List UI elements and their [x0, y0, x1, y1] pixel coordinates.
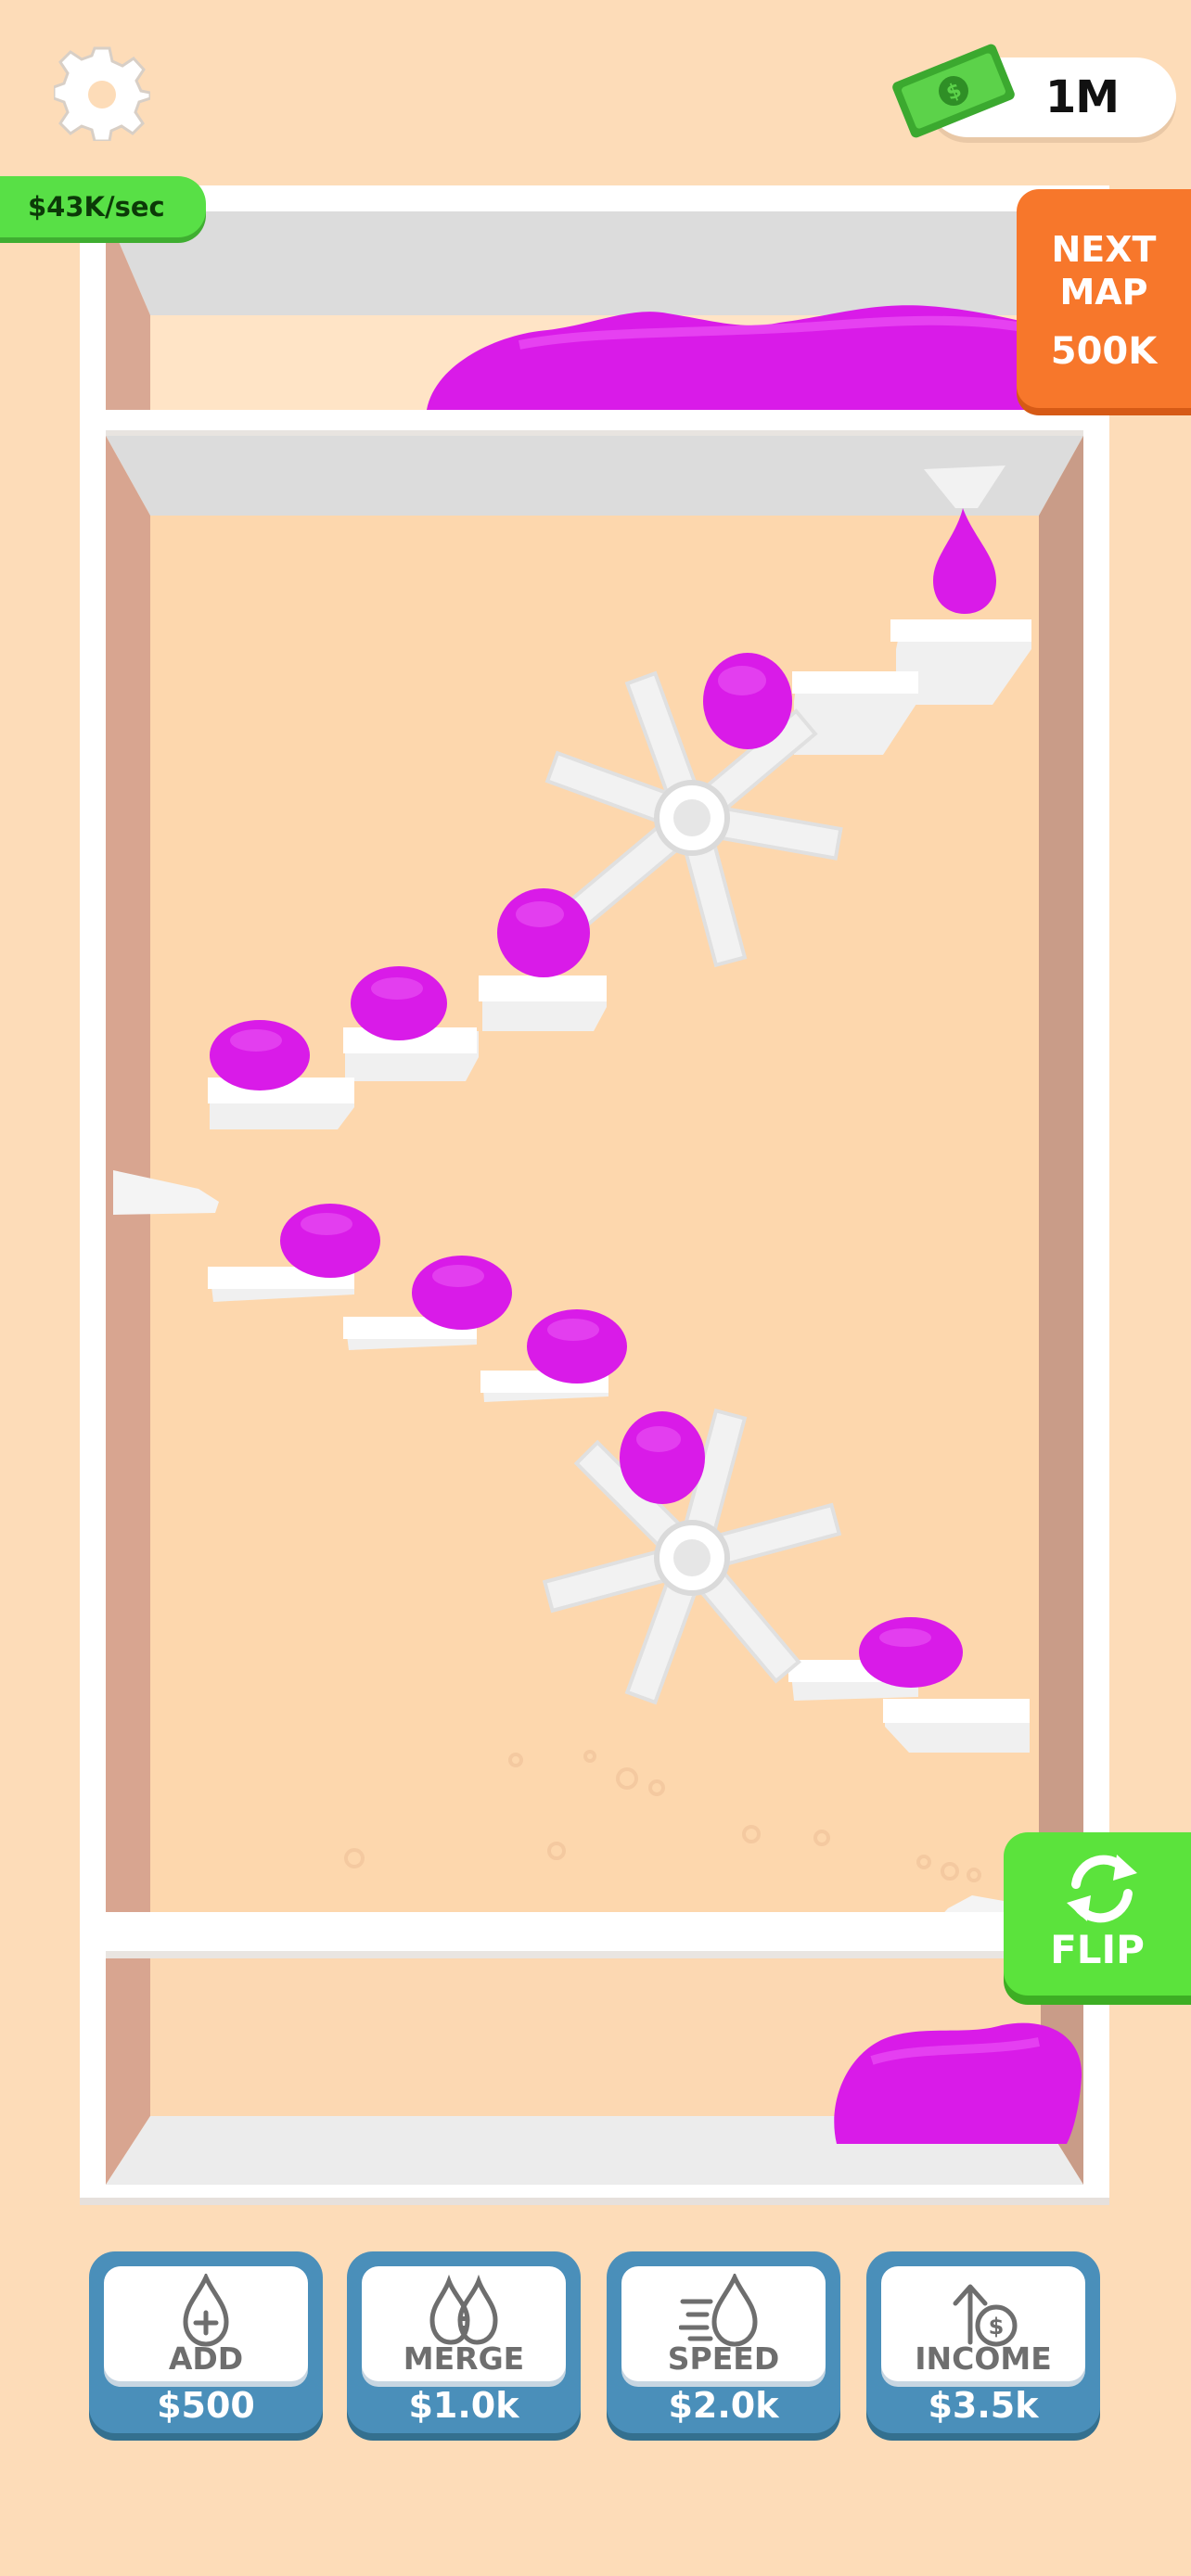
upgrade-speed-button[interactable]: SPEED $2.0k	[607, 2251, 840, 2433]
next-map-label-line2: MAP	[1059, 272, 1148, 312]
upgrade-price: $2.0k	[668, 2385, 779, 2426]
upgrade-add-button[interactable]: ADD $500	[89, 2251, 323, 2433]
cash-bill-icon: $	[892, 44, 1015, 138]
money-amount: 1M	[1044, 71, 1120, 123]
upgrade-name: SPEED	[667, 2340, 780, 2377]
upgrade-merge-button[interactable]: MERGE $1.0k	[347, 2251, 581, 2433]
settings-gear-icon[interactable]	[54, 45, 150, 141]
upgrade-price: $500	[157, 2385, 255, 2426]
next-map-cost: 500K	[1050, 330, 1158, 373]
upgrade-name: INCOME	[915, 2340, 1052, 2377]
upgrade-name: ADD	[168, 2340, 244, 2377]
income-rate-text: $43K/sec	[28, 191, 165, 223]
upgrade-name: MERGE	[403, 2340, 525, 2377]
upgrade-price: $3.5k	[928, 2385, 1039, 2426]
svg-text:$: $	[989, 2314, 1005, 2340]
flip-button[interactable]: FLIP	[1004, 1832, 1191, 1996]
upgrade-income-button[interactable]: $ INCOME $3.5k	[866, 2251, 1100, 2433]
upgrade-price: $1.0k	[408, 2385, 519, 2426]
next-map-button[interactable]: NEXT MAP 500K	[1017, 189, 1191, 408]
income-rate-badge: $43K/sec	[0, 176, 206, 237]
flip-label: FLIP	[1050, 1927, 1145, 1972]
next-map-label-line1: NEXT	[1051, 229, 1157, 270]
top-shelf	[106, 410, 1083, 432]
flip-refresh-icon	[1067, 1855, 1137, 1923]
bottom-shelf	[106, 1912, 1083, 1953]
